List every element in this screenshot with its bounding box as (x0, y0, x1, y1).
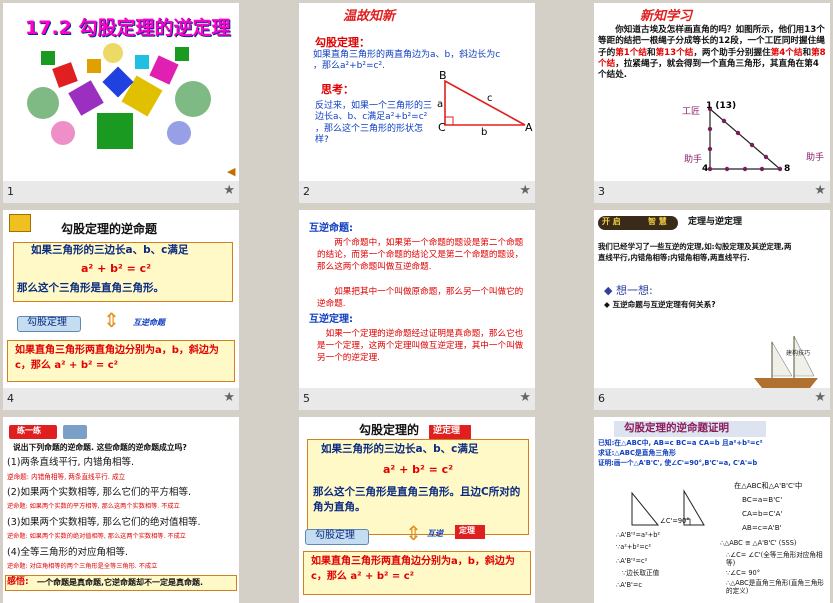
converse-formula: a² + b² = c² (81, 262, 152, 275)
transition-star-icon[interactable]: ★ (223, 183, 235, 198)
pythagoras-tree-image (27, 43, 211, 149)
theorem-statement: 如果直角三角形两直角边分别为a，b，斜边为c，那么 a² + b² = c² (15, 345, 219, 371)
button-label: 勾股定理 (315, 530, 355, 541)
knot1-label: 1 (13) (706, 101, 737, 111)
slide-7[interactable]: 练一练 说出下列命题的逆命题. 这些命题的逆命题成立吗? (1)两条直线平行, … (3, 417, 239, 603)
exercise-item-4: (4)全等三角形的对应角相等. (7, 547, 128, 558)
converse-formula: a² + b² = c² (383, 463, 454, 476)
slide-number: 6 (598, 392, 605, 405)
exercise-item-2: (2)如果两个实数相等, 那么它们的平方相等. (7, 487, 192, 498)
slide-label-3: 3 ★ (594, 181, 830, 203)
button-label: 勾股定理 (27, 317, 67, 328)
exercise-item-1: (1)两条直线平行, 内错角相等. (7, 457, 135, 468)
exercise-answer-4: 逆命题: 对应角相等的两个三角形是全等三角形. 不成立 (7, 563, 158, 570)
helper-right-label: 助手 (806, 153, 825, 163)
side-b-label: b (481, 127, 488, 138)
double-arrow-icon: ⇕ (103, 308, 120, 332)
tag-label: 逆定理 (433, 426, 461, 436)
arrow-caption: 互逆命题 (133, 318, 165, 327)
right-step-4: ∴△ABC是直角三角形(直角三角形的定义) (726, 579, 824, 596)
insight-text: 一个命题是真命题,它逆命题却不一定是真命题. (37, 578, 204, 587)
vertex-c-label: C (438, 121, 446, 134)
practice-intro: 说出下列命题的逆命题. 这些命题的逆命题成立吗? (13, 443, 187, 452)
book-icon (63, 425, 87, 439)
slide-number: 2 (303, 185, 310, 198)
slide-title: 勾股定理的逆命题 (61, 222, 158, 236)
equation-2: CA=b=C'A' (742, 509, 783, 518)
converse-theorems-title: 互逆定理: (309, 314, 353, 325)
exercise-answer-1: 逆命题: 内错角相等, 两条直线平行. 成立 (7, 473, 126, 481)
vertex-b-label: B (439, 69, 447, 82)
insight-label: 感悟: (7, 577, 29, 587)
side-a-label: a (437, 99, 444, 110)
slide-label-4: 4 ★ (3, 388, 239, 410)
slide-2[interactable]: 温故知新 勾股定理： 如果直角三角形的两直角边为a、b，斜边长为c ，那么a²+… (299, 3, 535, 181)
slide-4[interactable]: 勾股定理的逆命题 如果三角形的三边长a、b、c满足 a² + b² = c² 那… (3, 210, 239, 388)
exercise-answer-2: 逆命题: 如果两个实数的平方相等, 那么这两个实数相等. 不成立 (7, 503, 180, 510)
transition-star-icon[interactable]: ★ (814, 390, 826, 405)
equation-1: BC=a=B'C' (742, 495, 783, 504)
transition-star-icon[interactable]: ★ (814, 183, 826, 198)
left-step-1: ∴A'B'²=a²+b² (616, 531, 661, 539)
knot4-label: 4 (702, 164, 709, 174)
worker-label: 工匠 (682, 107, 701, 117)
transition-star-icon[interactable]: ★ (519, 183, 531, 198)
slide-number: 4 (7, 392, 14, 405)
converse-propositions-title: 互逆命题: (309, 223, 353, 234)
slide-number: 1 (7, 185, 14, 198)
left-step-5: ∴A'B'=c (616, 581, 643, 589)
converse-line-2: 那么这个三角形是直角三角形。且边C所对的角为直角。 (313, 486, 521, 513)
converse-line-1: 如果三角形的三边长a、b、c满足 (321, 443, 479, 455)
converse-line-2: 那么这个三角形是直角三角形。 (17, 282, 164, 294)
slide-5[interactable]: 互逆命题: 两个命题中，如果第一个命题的题设是第二个命题的结论，而第一个命题的结… (299, 210, 535, 388)
vertex-a-label: A (525, 121, 533, 134)
slide-1[interactable]: 17.2 勾股定理的逆定理 ◀ (3, 3, 239, 181)
transition-star-icon[interactable]: ★ (223, 390, 235, 405)
original-proposition-def: 如果把其中一个叫做原命题，那么另一个叫做它的逆命题. (317, 287, 524, 310)
arrow-caption: 互逆 (427, 529, 443, 538)
rope-triangle-figure (707, 106, 783, 172)
equation-3: AB=c=A'B' (742, 523, 782, 532)
helper-left-label: 助手 (684, 155, 703, 165)
pencil-icon (9, 214, 31, 232)
converse-theorems-def: 如果一个定理的逆命题经过证明是真命题，那么它也是一个定理，这两个定理叫做互逆定理… (317, 329, 524, 364)
slide-9[interactable]: 勾股定理的逆命题证明 已知:在△ABC中, AB=c BC=a CA=b 且a²… (594, 417, 830, 603)
right-step-1: ∴△ABC ≌ △A'B'C' (SSS) (720, 539, 797, 547)
knot8-label: 8 (784, 164, 791, 174)
left-step-4: ∵边长取正值 (622, 569, 660, 577)
sailing-ship-image (754, 335, 818, 388)
exercise-item-3: (3)如果两个实数相等, 那么它们的绝对值相等. (7, 517, 201, 528)
right-head: 在△ABC和△A'B'C'中 (734, 481, 803, 490)
left-step-2: ∵a²+b²=c² (616, 543, 652, 551)
theorem-tag-label: 定理 (459, 526, 475, 535)
slide-6[interactable]: 开 启 智 慧 定理与逆定理 我们已经学习了一些互逆的定理,如:勾股定理及其逆定… (594, 210, 830, 388)
slide-label-6: 6 ★ (594, 388, 830, 410)
converse-line-1: 如果三角形的三边长a、b、c满足 (31, 244, 189, 256)
right-triangle-figure (444, 79, 526, 126)
left-step-3: ∴A'B'²=c² (616, 557, 648, 565)
angle-c-prime: ∠C'=90° (660, 517, 690, 525)
right-step-3: ∵∠C= 90° (726, 569, 761, 577)
badge-label: 练一练 (17, 426, 41, 435)
ship-caption: 建构技巧 (786, 350, 811, 357)
slide-label-1: 1 ★ (3, 181, 239, 203)
exercise-answer-3: 逆命题: 如果两个实数的绝对值相等, 那么这两个实数相等. 不成立 (7, 533, 186, 540)
theorem-statement: 如果直角三角形两直角边分别为a，b，斜边为c，那么 a² + b² = c² (311, 556, 515, 582)
slide-number: 5 (303, 392, 310, 405)
side-c-label: c (487, 93, 493, 104)
slide-8[interactable]: 勾股定理的 逆定理 如果三角形的三边长a、b、c满足 a² + b² = c² … (299, 417, 535, 603)
transition-star-icon[interactable]: ★ (519, 390, 531, 405)
slide-3[interactable]: 新知学习 你知道古埃及怎样画直角的吗？如图所示，他们用13个等距的结把一根绳子分… (594, 3, 830, 181)
slide-number: 3 (598, 185, 605, 198)
converse-propositions-def: 两个命题中，如果第一个命题的题设是第二个命题的结论，而第一个命题的结论又是第二个… (317, 238, 524, 273)
double-arrow-icon: ⇕ (405, 521, 422, 545)
right-step-2: ∴∠C= ∠C'(全等三角形对应角相等) (726, 551, 823, 568)
speaker-icon[interactable]: ◀ (227, 165, 235, 179)
slide-label-2: 2 ★ (299, 181, 535, 203)
slide-title: 勾股定理的 (359, 423, 420, 437)
slide-label-5: 5 ★ (299, 388, 535, 410)
